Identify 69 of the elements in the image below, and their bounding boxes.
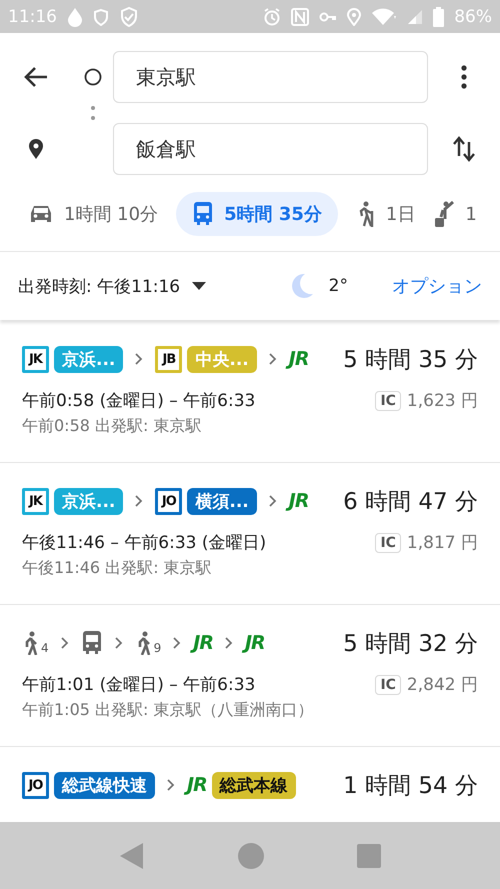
- options-link[interactable]: オプション: [392, 274, 482, 298]
- pin-icon: [28, 138, 44, 160]
- bus-icon: [192, 202, 214, 226]
- ic-card-icon: IC: [375, 674, 401, 694]
- route-duration: 1 時間 54 分: [343, 772, 478, 800]
- temperature: 2°: [328, 276, 348, 296]
- route-times: 午前0:58 (金曜日) – 午前6:33: [22, 390, 256, 412]
- line-code: JK: [22, 488, 49, 514]
- route-fare: 1,817 円: [406, 532, 478, 554]
- chevron-right-icon: [114, 637, 123, 649]
- chevron-right-icon: [224, 637, 233, 649]
- destination-field[interactable]: 飯倉駅: [113, 123, 428, 175]
- line-badge: 総武本線: [212, 772, 296, 798]
- shield-check-icon: [119, 6, 139, 28]
- chevron-right-icon: [268, 353, 277, 365]
- signal-icon: [407, 8, 424, 24]
- origin-circle-icon: [84, 68, 102, 86]
- caret-down-icon: [192, 282, 206, 290]
- swap-icon[interactable]: [453, 136, 475, 162]
- ic-card-icon: IC: [375, 532, 401, 552]
- bus-icon: [80, 631, 103, 655]
- key-icon: [319, 10, 338, 22]
- shield-icon: [93, 8, 109, 26]
- departure-station: 午前1:05 出発駅: 東京駅（八重洲南口）: [22, 700, 314, 721]
- chevron-right-icon: [60, 637, 69, 649]
- wifi-icon: [371, 8, 398, 26]
- route-times: 午前1:01 (金曜日) – 午前6:33: [22, 674, 256, 696]
- route-duration: 6 時間 47 分: [343, 488, 478, 516]
- location-icon: [347, 8, 362, 26]
- line-badge: 中央...: [187, 346, 257, 372]
- route-times: 午後11:46 – 午前6:33 (金曜日): [22, 532, 266, 554]
- origin-field[interactable]: 東京駅: [113, 51, 428, 103]
- travel-mode-tab[interactable]: 1日: [356, 192, 416, 236]
- alarm-icon: [263, 8, 282, 26]
- travel-mode-tab[interactable]: 1時間 10分: [28, 192, 158, 236]
- chevron-right-icon: [167, 779, 175, 791]
- line-code: JO: [155, 488, 182, 514]
- back-arrow-icon[interactable]: [23, 66, 49, 88]
- chevron-right-icon: [135, 495, 144, 507]
- car-icon: [28, 204, 54, 224]
- walk-minutes: 4: [41, 641, 49, 655]
- route-duration: 5 時間 32 分: [343, 630, 478, 658]
- line-badge: 横須...: [187, 488, 257, 514]
- person-hailing-icon: [433, 200, 456, 228]
- departure-station: 午前0:58 出発駅: 東京駅: [22, 416, 202, 437]
- route-fare: 1,623 円: [406, 390, 478, 412]
- line-badge: 京浜...: [54, 346, 124, 372]
- departure-time-dropdown[interactable]: 出発時刻: 午後11:16: [18, 274, 206, 298]
- ic-card-icon: IC: [375, 390, 401, 410]
- departure-station: 午後11:46 出発駅: 東京駅: [22, 558, 213, 579]
- line-badge: 京浜...: [54, 488, 124, 514]
- battery-icon: [433, 6, 444, 26]
- route-fare: 2,842 円: [406, 674, 478, 696]
- chevron-right-icon: [173, 637, 182, 649]
- chevron-right-icon: [268, 495, 277, 507]
- nfc-icon: [291, 8, 310, 26]
- route-duration: 5 時間 35 分: [343, 346, 478, 374]
- more-icon[interactable]: [461, 65, 467, 89]
- dots-icon: [90, 105, 96, 121]
- jr-logo: JR: [244, 632, 265, 654]
- drop-icon: [67, 6, 83, 26]
- line-code: JK: [22, 346, 49, 372]
- line-code: JB: [155, 346, 182, 372]
- walk-minutes: 9: [154, 641, 162, 655]
- line-badge: 総武線快速: [54, 772, 155, 798]
- travel-mode-tab[interactable]: 5時間 35分: [176, 192, 338, 236]
- line-code: JO: [22, 772, 49, 798]
- chevron-right-icon: [135, 353, 144, 365]
- travel-mode-tab[interactable]: 1: [433, 192, 477, 236]
